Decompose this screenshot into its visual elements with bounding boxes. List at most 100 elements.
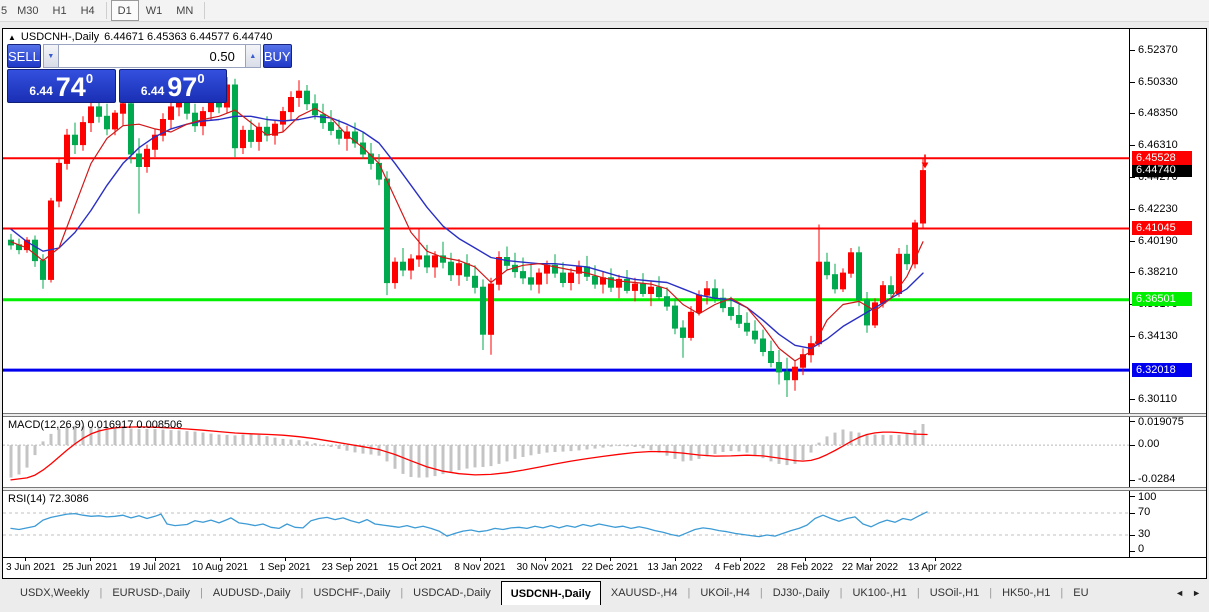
candle [528, 263, 534, 291]
candle [856, 246, 862, 307]
timeframe-button-m30[interactable]: M30 [10, 0, 45, 21]
sell-button[interactable]: SELL [7, 44, 41, 68]
candle [920, 158, 926, 230]
buy-price-box[interactable]: 6.44 97 0 [118, 69, 227, 103]
price-chart[interactable]: ▲ USDCNH-,Daily 6.44671 6.45363 6.44577 … [3, 29, 1129, 413]
candle [72, 122, 78, 154]
chart-tab-dj30-daily[interactable]: DJ30-,Daily [763, 581, 840, 605]
price-tick-label: 6.50330 [1138, 75, 1178, 88]
axis-tick-mark [1130, 336, 1135, 338]
buy-button[interactable]: BUY [262, 44, 292, 68]
time-tick-mark [870, 558, 871, 561]
tab-scroll-right-icon[interactable]: ► [1192, 588, 1201, 598]
candle [848, 248, 854, 278]
candle [80, 116, 86, 151]
candle [328, 110, 334, 136]
volume-input[interactable] [58, 44, 245, 68]
timeframe-button-d1[interactable]: D1 [110, 0, 139, 21]
candle [32, 235, 38, 267]
macd-tick-label: 0.019075 [1138, 417, 1184, 428]
axis-tick-mark [1130, 496, 1135, 497]
candle [384, 171, 390, 296]
rsi-chart[interactable]: RSI(14) 72.3086 [3, 491, 1129, 557]
timeframe-button-h1[interactable]: H1 [46, 0, 74, 21]
candle [824, 252, 830, 280]
chart-tab-xauusd-h4[interactable]: XAUUSD-,H4 [601, 581, 688, 605]
price-tick-label: 6.52370 [1138, 43, 1178, 56]
candle [480, 279, 486, 350]
volume-decrease-button[interactable]: ▼ [42, 44, 59, 68]
price-tick-label: 6.46310 [1138, 138, 1178, 151]
candle [464, 254, 470, 281]
chart-tab-ukoil-h4[interactable]: UKOil-,H4 [690, 581, 760, 605]
date-label: 22 Mar 2022 [841, 562, 899, 573]
timeframe-button-5[interactable]: 5 [0, 0, 10, 21]
price-tick-label: 6.38210 [1138, 265, 1178, 278]
price-level-badge: 6.32018 [1132, 362, 1192, 377]
candle [104, 103, 110, 136]
chart-tab-uk100-h1[interactable]: UK100-,H1 [842, 581, 916, 605]
time-tick-mark [610, 558, 611, 561]
time-tick-mark [25, 558, 26, 561]
candle [840, 268, 846, 292]
candle [536, 268, 542, 294]
candle [152, 128, 158, 158]
candle [392, 257, 398, 289]
rsi-tick-label: 30 [1138, 528, 1151, 540]
buy-price-big: 97 [167, 72, 198, 102]
chart-tab-usoil-h1[interactable]: USOil-,H1 [920, 581, 990, 605]
chart-tab-audusd-daily[interactable]: AUDUSD-,Daily [203, 581, 301, 605]
timeframe-button-mn[interactable]: MN [169, 0, 200, 21]
chart-tab-usdcnh-daily[interactable]: USDCNH-,Daily [500, 581, 601, 605]
date-label: 22 Dec 2021 [581, 562, 639, 573]
candle [144, 144, 150, 173]
tab-scroll-controls: ◄ ► [1167, 581, 1209, 605]
time-tick-mark [675, 558, 676, 561]
axis-tick-mark [1130, 444, 1135, 446]
candle [408, 254, 414, 280]
date-label: 30 Nov 2021 [516, 562, 574, 573]
time-tick-mark [805, 558, 806, 561]
sell-price-small: 6.44 [29, 84, 53, 98]
chart-tab-usdchf-daily[interactable]: USDCHF-,Daily [303, 581, 400, 605]
candle [352, 122, 358, 148]
chart-tab-eu[interactable]: EU [1063, 581, 1089, 605]
candle [288, 91, 294, 120]
sell-price-box[interactable]: 6.44 74 0 [7, 69, 116, 103]
time-tick-mark [285, 558, 286, 561]
chart-tab-usdcad-daily[interactable]: USDCAD-,Daily [403, 581, 501, 605]
macd-tick-label: 0.00 [1138, 438, 1160, 451]
chart-tab-hk50-h1[interactable]: HK50-,H1 [992, 581, 1060, 605]
tab-scroll-left-icon[interactable]: ◄ [1175, 588, 1184, 598]
macd-chart[interactable]: MACD(12,26,9) 0.016917 0.008506 [3, 417, 1129, 487]
collapse-panel-icon[interactable]: ▲ [8, 33, 16, 42]
buy-price-sup: 0 [197, 71, 205, 86]
time-axis[interactable]: 3 Jun 2021 25 Jun 2021 19 Jul 2021 10 Aug 2… [3, 557, 1206, 577]
time-tick-mark [545, 558, 546, 561]
candle [168, 100, 174, 129]
candle [640, 273, 646, 297]
date-label: 15 Oct 2021 [387, 562, 443, 573]
price-axis[interactable]: 6.523706.503306.483506.463106.442706.422… [1129, 29, 1206, 413]
chart-tab-usdx-weekly[interactable]: USDX,Weekly [10, 581, 99, 605]
candle [816, 224, 822, 347]
volume-increase-button[interactable]: ▲ [244, 44, 261, 68]
candle [48, 197, 54, 283]
candle [344, 125, 350, 151]
candle [24, 237, 30, 253]
timeframe-button-w1[interactable]: W1 [139, 0, 170, 21]
candle [680, 320, 686, 358]
price-level-badge: 6.45528 [1132, 150, 1192, 165]
date-label: 13 Jan 2022 [647, 562, 703, 573]
axis-tick-mark [1130, 209, 1135, 211]
candle [64, 128, 70, 170]
candle [272, 119, 278, 145]
candle [768, 340, 774, 368]
candle [904, 244, 910, 270]
timeframe-button-h4[interactable]: H4 [74, 0, 102, 21]
chart-tab-eurusd-daily[interactable]: EURUSD-,Daily [102, 581, 200, 605]
axis-tick-mark [1130, 145, 1135, 147]
axis-tick-mark [1130, 177, 1135, 179]
candle [232, 78, 238, 158]
rsi-pane: RSI(14) 72.3086 100 70 30 0 [3, 491, 1206, 557]
